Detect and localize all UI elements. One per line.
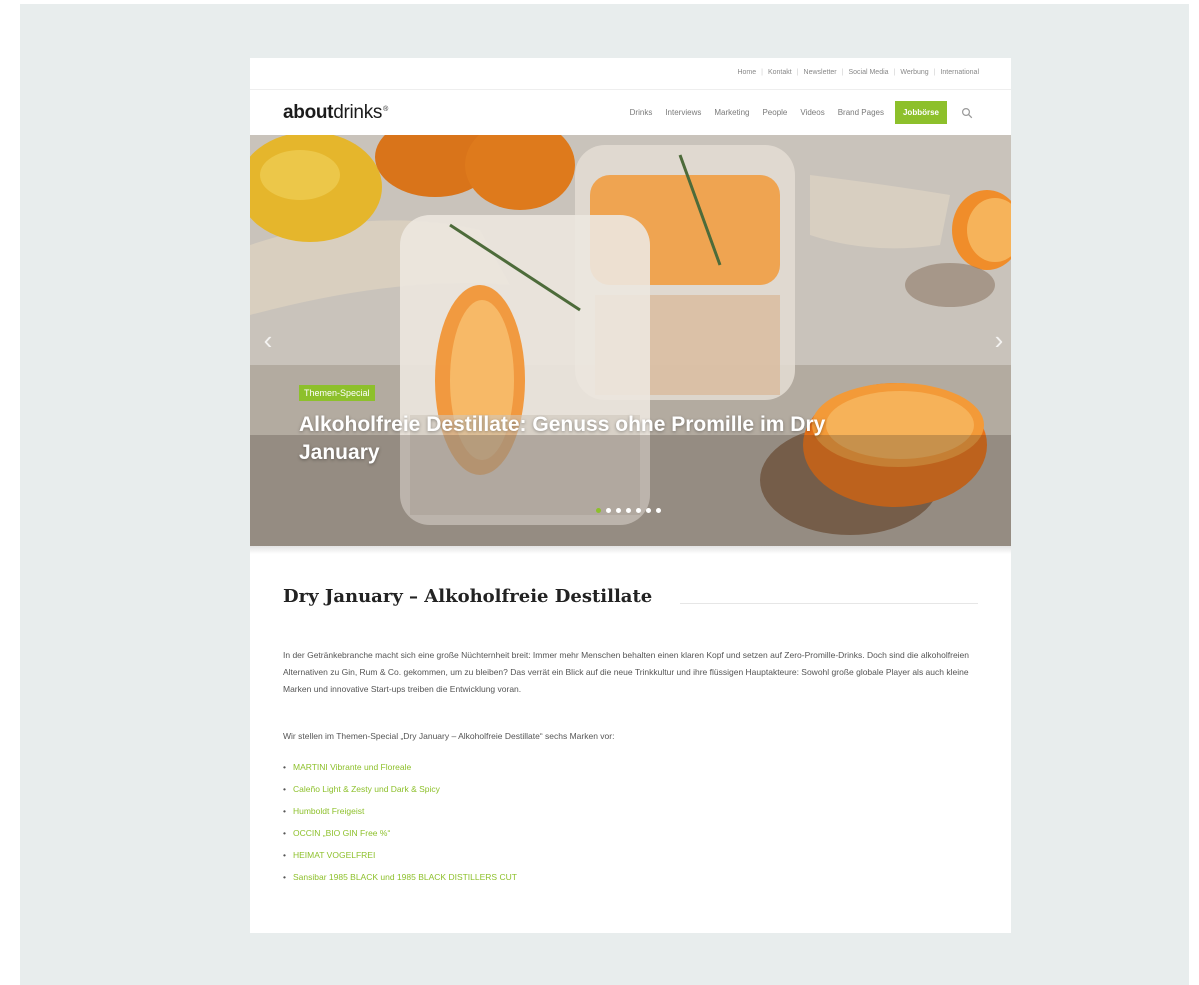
brand-link-heimat[interactable]: HEIMAT VOGELFREI <box>283 844 517 866</box>
slider-dot-2[interactable] <box>606 508 611 513</box>
nav-videos[interactable]: Videos <box>800 108 824 117</box>
toplink-newsletter[interactable]: Newsletter <box>804 69 837 76</box>
toplink-home[interactable]: Home <box>737 69 756 76</box>
toplink-social-media[interactable]: Social Media <box>848 69 888 76</box>
article-paragraph: In der Getränkebranche macht sich eine g… <box>283 650 970 694</box>
brand-link-list: MARTINI Vibrante und Floreale Caleño Lig… <box>283 756 517 888</box>
article-intro: Wir stellen im Themen-Special „Dry Janua… <box>283 731 615 741</box>
slider-dot-1[interactable] <box>596 508 601 513</box>
heading-rule <box>680 603 978 604</box>
divider-shadow <box>250 546 1011 554</box>
slider-prev-arrow[interactable]: ‹ <box>258 325 278 355</box>
toplink-kontakt[interactable]: Kontakt <box>768 69 792 76</box>
hero-title[interactable]: Alkoholfreie Destillate: Genuss ohne Pro… <box>299 411 859 467</box>
slider-dots <box>596 508 666 513</box>
nav-drinks[interactable]: Drinks <box>630 108 653 117</box>
brand-link-occin[interactable]: OCCIN „BIO GIN Free %“ <box>283 822 517 844</box>
site-logo[interactable]: aboutdrinks® <box>283 102 388 124</box>
hero-image <box>250 135 1011 546</box>
utility-bar: Home | Kontakt | Newsletter | Social Media |… <box>250 58 1011 90</box>
slider-dot-6[interactable] <box>646 508 651 513</box>
brand-link-caleno[interactable]: Caleño Light & Zesty und Dark & Spicy <box>283 778 517 800</box>
slider-dot-5[interactable] <box>636 508 641 513</box>
toplink-international[interactable]: International <box>940 69 979 76</box>
brand-link-martini[interactable]: MARTINI Vibrante und Floreale <box>283 756 517 778</box>
brand-link-sansibar[interactable]: Sansibar 1985 BLACK und 1985 BLACK DISTI… <box>283 866 517 888</box>
nav-interviews[interactable]: Interviews <box>665 108 701 117</box>
website-page: Home | Kontakt | Newsletter | Social Media |… <box>250 58 1011 933</box>
main-nav: Drinks Interviews Marketing People Video… <box>617 101 973 124</box>
hero-slider[interactable]: ‹ › Themen-Special Alkoholfreie Destilla… <box>250 135 1011 546</box>
slider-dot-4[interactable] <box>626 508 631 513</box>
nav-marketing[interactable]: Marketing <box>714 108 749 117</box>
slider-dot-7[interactable] <box>656 508 661 513</box>
toplink-werbung[interactable]: Werbung <box>900 69 928 76</box>
nav-brand-pages[interactable]: Brand Pages <box>838 108 884 117</box>
utility-links: Home | Kontakt | Newsletter | Social Media |… <box>737 69 979 76</box>
article-heading: Dry January – Alkoholfreie Destillate <box>283 586 653 607</box>
nav-people[interactable]: People <box>762 108 787 117</box>
brand-link-humboldt[interactable]: Humboldt Freigeist <box>283 800 517 822</box>
category-badge[interactable]: Themen-Special <box>299 385 375 401</box>
search-icon[interactable] <box>961 107 973 119</box>
slider-next-arrow[interactable]: › <box>989 325 1009 355</box>
site-header: aboutdrinks® Drinks Interviews Marketing… <box>250 90 1011 136</box>
jobboerse-button[interactable]: Jobbörse <box>894 101 947 124</box>
slider-dot-3[interactable] <box>616 508 621 513</box>
